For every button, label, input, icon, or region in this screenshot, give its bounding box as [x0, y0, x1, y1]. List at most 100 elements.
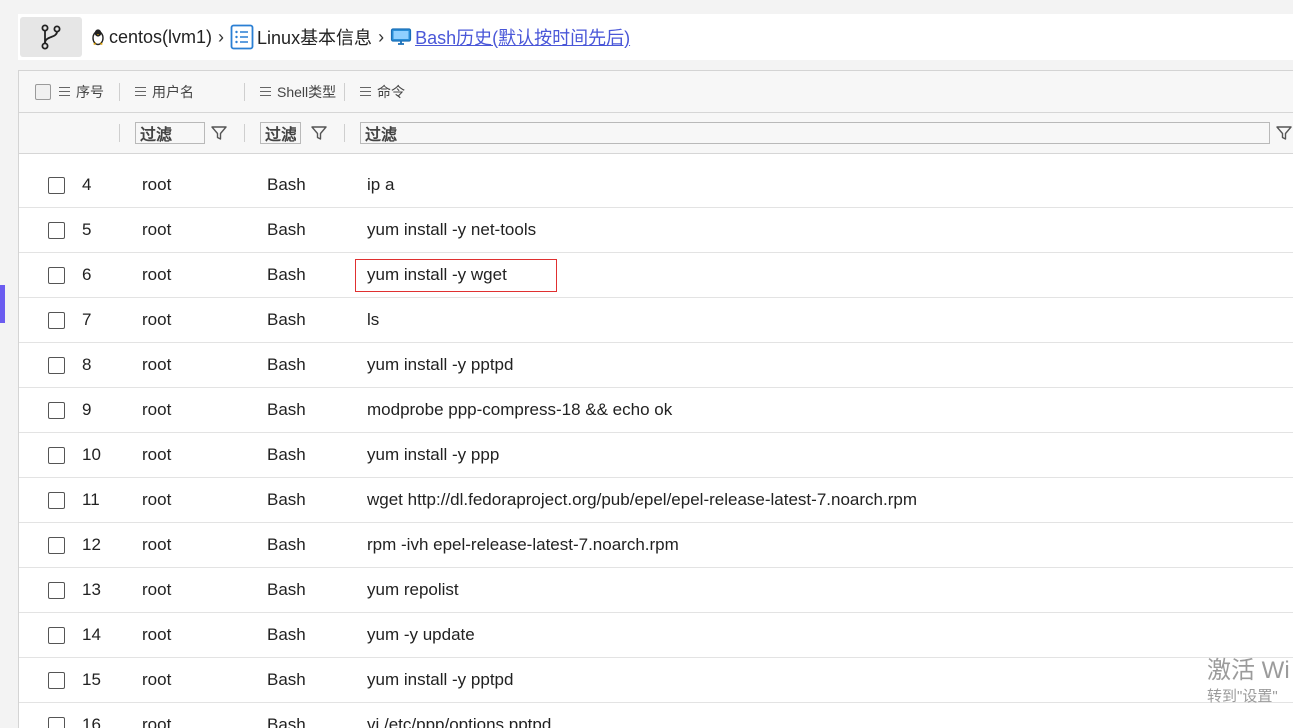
column-divider[interactable]: [119, 83, 120, 101]
cell-index: 12: [82, 535, 101, 554]
row-checkbox[interactable]: [48, 582, 65, 599]
row-checkbox[interactable]: [48, 717, 65, 728]
column-divider[interactable]: [344, 83, 345, 101]
cell-user: root: [142, 715, 172, 728]
menu-lines-icon[interactable]: [59, 84, 70, 99]
cell-command: vi /etc/ppp/options.pptpd: [367, 715, 552, 728]
header-index-label: 序号: [76, 83, 104, 100]
select-all-checkbox[interactable]: [35, 83, 51, 100]
breadcrumb-current-link[interactable]: Bash历史(默认按时间先后): [415, 24, 630, 50]
cell-command: ls: [367, 310, 380, 329]
grid-filter-row: [19, 113, 1293, 154]
table-row[interactable]: 14 root Bash yum -y update: [19, 613, 1293, 658]
row-checkbox[interactable]: [48, 222, 65, 239]
row-checkbox[interactable]: [48, 537, 65, 554]
cell-index: 5: [82, 220, 92, 239]
cell-user: root: [142, 355, 172, 374]
row-checkbox[interactable]: [48, 357, 65, 374]
app-window: centos(lvm1) › Linux基本信息 › Bash历史(默认按时间先…: [0, 0, 1293, 728]
column-divider: [119, 124, 120, 142]
row-checkbox[interactable]: [48, 447, 65, 464]
cell-shell: Bash: [267, 580, 306, 599]
cell-user: root: [142, 400, 172, 419]
header-index[interactable]: 序号: [35, 71, 104, 112]
header-command-label: 命令: [377, 83, 405, 100]
cell-index: 10: [82, 445, 101, 464]
breadcrumb-separator: ›: [218, 26, 225, 47]
breadcrumb-bar: centos(lvm1) › Linux基本信息 › Bash历史(默认按时间先…: [18, 14, 1293, 60]
funnel-filter-icon[interactable]: [310, 124, 328, 142]
cell-shell: Bash: [267, 625, 306, 644]
table-row[interactable]: 15 root Bash yum install -y pptpd: [19, 658, 1293, 703]
cell-command: yum install -y pptpd: [367, 670, 514, 689]
cell-user: root: [142, 310, 172, 329]
cell-index: 11: [82, 490, 100, 509]
monitor-icon: [390, 27, 412, 47]
cell-user: root: [142, 580, 172, 599]
menu-lines-icon[interactable]: [135, 84, 146, 99]
side-accent-marker: [0, 285, 5, 323]
breadcrumb-host[interactable]: centos(lvm1): [90, 27, 212, 48]
cell-command: yum install -y net-tools: [367, 220, 537, 239]
cell-user: root: [142, 265, 172, 284]
table-row[interactable]: 9 root Bash modprobe ppp-compress-18 && …: [19, 388, 1293, 433]
bash-history-grid: 序号 用户名 Shell类型 命令 过滤 过滤 过滤 4 root Bash i…: [18, 70, 1293, 728]
user-filter-input[interactable]: [135, 122, 205, 144]
table-row[interactable]: 4 root Bash ip a: [19, 163, 1293, 208]
breadcrumb-section[interactable]: Linux基本信息: [230, 24, 372, 50]
table-row[interactable]: 6 root Bash yum install -y wget: [19, 253, 1293, 298]
breadcrumb-section-label: Linux基本信息: [257, 28, 373, 48]
table-row[interactable]: 10 root Bash yum install -y ppp: [19, 433, 1293, 478]
row-checkbox[interactable]: [48, 177, 65, 194]
breadcrumb-host-label: centos(lvm1): [109, 26, 213, 47]
table-row[interactable]: 7 root Bash ls: [19, 298, 1293, 343]
row-checkbox[interactable]: [48, 312, 65, 329]
cell-index: 13: [82, 580, 101, 599]
command-filter-input[interactable]: [360, 122, 1270, 144]
row-checkbox[interactable]: [48, 627, 65, 644]
watermark-line1: 激活 Wi: [1207, 657, 1290, 684]
menu-lines-icon[interactable]: [360, 84, 371, 99]
table-row[interactable]: 11 root Bash wget http://dl.fedoraprojec…: [19, 478, 1293, 523]
cell-index: 6: [82, 265, 92, 284]
cell-shell: Bash: [267, 265, 306, 284]
column-divider: [244, 124, 245, 142]
table-row[interactable]: 5 root Bash yum install -y net-tools: [19, 208, 1293, 253]
breadcrumb-current[interactable]: Bash历史(默认按时间先后): [390, 24, 630, 50]
shell-filter-input[interactable]: [260, 122, 301, 144]
cell-index: 15: [82, 670, 101, 689]
cell-command: yum install -y wget: [367, 265, 507, 284]
cell-user: root: [142, 445, 172, 464]
cell-command: ip a: [367, 175, 395, 194]
funnel-filter-icon[interactable]: [1275, 124, 1293, 142]
cell-command: yum install -y ppp: [367, 445, 500, 464]
watermark-line2: 转到"设置": [1207, 688, 1278, 705]
cell-shell: Bash: [267, 715, 306, 728]
cell-user: root: [142, 220, 172, 239]
table-row[interactable]: 8 root Bash yum install -y pptpd: [19, 343, 1293, 388]
row-checkbox[interactable]: [48, 267, 65, 284]
cell-shell: Bash: [267, 490, 306, 509]
funnel-filter-icon[interactable]: [210, 124, 228, 142]
linux-penguin-icon: [90, 28, 106, 46]
cell-user: root: [142, 175, 172, 194]
grid-body: 4 root Bash ip a 5 root Bash yum install…: [19, 163, 1293, 728]
branch-button[interactable]: [20, 17, 82, 57]
row-checkbox[interactable]: [48, 672, 65, 689]
menu-lines-icon[interactable]: [260, 84, 271, 99]
table-row[interactable]: 13 root Bash yum repolist: [19, 568, 1293, 613]
column-divider[interactable]: [244, 83, 245, 101]
cell-index: 4: [82, 175, 92, 194]
row-checkbox[interactable]: [48, 402, 65, 419]
cell-user: root: [142, 535, 172, 554]
cell-index: 16: [82, 715, 101, 728]
header-command[interactable]: 命令: [360, 71, 405, 112]
table-row[interactable]: 12 root Bash rpm -ivh epel-release-lates…: [19, 523, 1293, 568]
row-checkbox[interactable]: [48, 492, 65, 509]
header-shell-label: Shell类型: [277, 83, 337, 100]
cell-command: modprobe ppp-compress-18 && echo ok: [367, 400, 673, 419]
cell-user: root: [142, 670, 172, 689]
header-shell[interactable]: Shell类型: [260, 71, 336, 112]
table-row[interactable]: 16 root Bash vi /etc/ppp/options.pptpd: [19, 703, 1293, 728]
header-user[interactable]: 用户名: [135, 71, 194, 112]
